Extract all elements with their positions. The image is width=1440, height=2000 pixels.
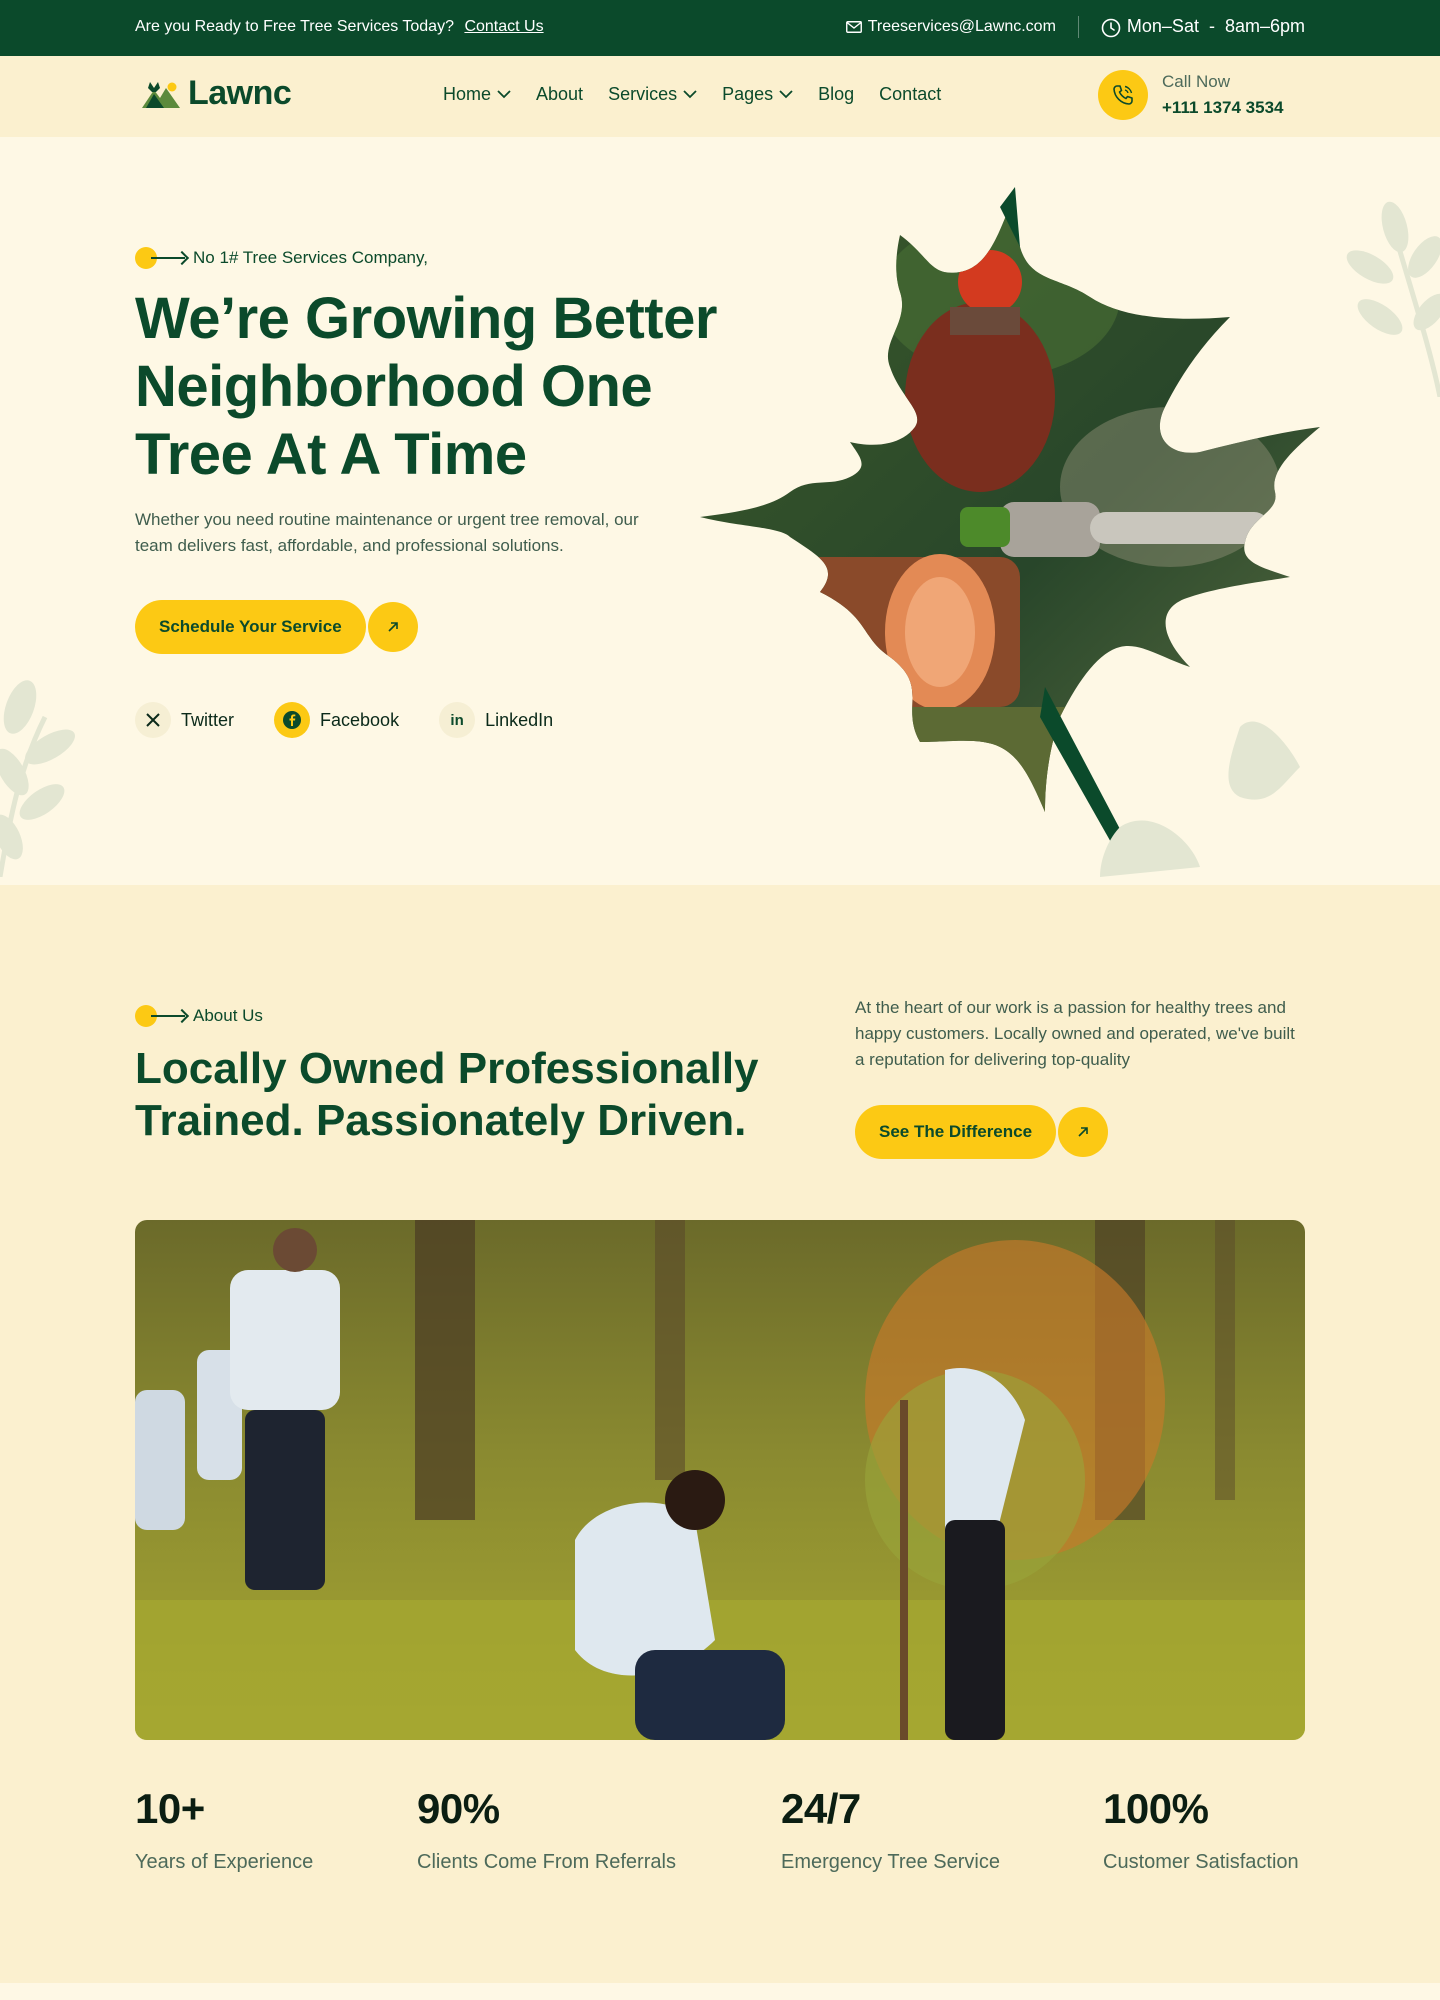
nav-home[interactable]: Home: [443, 84, 511, 105]
stat-label: Clients Come From Referrals: [417, 1851, 676, 1873]
arrow-up-right-icon[interactable]: [367, 602, 418, 652]
stat-label: Years of Experience: [135, 1851, 314, 1873]
stat-value: 10+: [135, 1785, 205, 1832]
chevron-down-icon: [497, 90, 511, 99]
hero-eyebrow: No 1# Tree Services Company,: [135, 247, 428, 269]
phone-icon: [1113, 85, 1133, 105]
twitter-label: Twitter: [181, 709, 235, 730]
mail-icon: [845, 20, 862, 33]
see-difference-button[interactable]: See The Difference: [855, 1105, 1057, 1159]
social-twitter[interactable]: Twitter: [135, 702, 234, 738]
brand-name: Lawnc: [188, 74, 292, 112]
x-twitter-icon: [135, 702, 171, 738]
chevron-down-icon: [779, 90, 793, 99]
divider: [1077, 16, 1079, 38]
arrow-right-icon: [151, 1015, 185, 1017]
arrow-right-icon: [151, 257, 185, 259]
stat-value: 100%: [1103, 1785, 1209, 1832]
top-bar: Are you Ready to Free Tree Services Toda…: [0, 0, 1440, 56]
linkedin-icon: in: [439, 702, 476, 738]
email-contact[interactable]: Treeservices@Lawnc.com: [845, 18, 1056, 36]
nav-pages-label: Pages: [722, 84, 774, 104]
promo-text: Are you Ready to Free Tree Services Toda…: [135, 18, 544, 36]
tree-planting-photo: [135, 1220, 1305, 1740]
nav-contact-label: Contact: [879, 84, 942, 104]
hero-description: Whether you need routine maintenance or …: [135, 510, 639, 555]
stat-experience: 10+ Years of Experience: [135, 1785, 313, 1874]
nav-blog[interactable]: Blog: [818, 84, 854, 105]
nav-services-label: Services: [608, 84, 678, 104]
stat-value: 24/7: [781, 1785, 861, 1832]
phone-icon-circle: [1098, 70, 1148, 120]
stat-label: Customer Satisfaction: [1103, 1851, 1299, 1873]
email-text: Treeservices@Lawnc.com: [867, 18, 1056, 35]
nav-contact[interactable]: Contact: [879, 84, 941, 105]
nav-about[interactable]: About: [536, 84, 583, 105]
social-facebook[interactable]: Facebook: [274, 702, 399, 738]
nav-about-label: About: [536, 84, 584, 104]
about-title: Locally Owned Professionally Trained. Pa…: [135, 1044, 759, 1145]
hero-section: No 1# Tree Services Company, We’re Growi…: [0, 137, 1440, 885]
tree-logo-icon: [142, 81, 180, 108]
main-nav: Home About Services Pages Blog Contact: [443, 84, 941, 105]
hero-leaf-photo: [700, 187, 1320, 877]
about-eyebrow-text: About Us: [193, 1006, 263, 1025]
chevron-down-icon: [683, 90, 697, 99]
stat-satisfaction: 100% Customer Satisfaction: [1103, 1785, 1299, 1874]
nav-services[interactable]: Services: [608, 84, 697, 105]
about-eyebrow: About Us: [135, 1005, 263, 1027]
schedule-service-cta[interactable]: Schedule Your Service: [135, 600, 418, 654]
hero-title: We’re Growing Better Neighborhood One Tr…: [135, 286, 717, 487]
about-description: At the heart of our work is a passion fo…: [855, 998, 1295, 1069]
call-number: +111 1374 3534: [1162, 98, 1284, 117]
navbar: Lawnc Home About Services Pages Blog Con…: [0, 56, 1440, 137]
see-difference-cta[interactable]: See The Difference: [855, 1105, 1109, 1159]
social-links: Twitter Facebook in LinkedIn: [135, 702, 553, 738]
stat-value: 90%: [417, 1785, 500, 1832]
next-section-edge: [0, 1983, 1440, 2000]
facebook-label: Facebook: [320, 709, 400, 730]
nav-blog-label: Blog: [818, 84, 855, 104]
nav-pages[interactable]: Pages: [722, 84, 793, 105]
schedule-service-button[interactable]: Schedule Your Service: [135, 600, 366, 654]
facebook-icon: [274, 702, 311, 738]
call-label: Call Now: [1162, 72, 1231, 91]
stat-emergency: 24/7 Emergency Tree Service: [781, 1785, 1000, 1874]
hero-eyebrow-text: No 1# Tree Services Company,: [193, 248, 428, 267]
stat-referrals: 90% Clients Come From Referrals: [417, 1785, 676, 1874]
linkedin-label: LinkedIn: [485, 709, 554, 730]
nav-home-label: Home: [443, 84, 492, 104]
decorative-leaf-icon: [0, 680, 75, 877]
business-hours: Mon–Sat - 8am–6pm: [1101, 16, 1305, 37]
arrow-up-right-icon[interactable]: [1058, 1107, 1109, 1157]
clock-icon: [1101, 18, 1121, 37]
social-linkedin[interactable]: in LinkedIn: [439, 702, 553, 738]
about-section: About Us Locally Owned Professionally Tr…: [0, 885, 1440, 1983]
logo[interactable]: Lawnc: [140, 74, 292, 113]
contact-us-link[interactable]: Contact Us: [464, 18, 543, 35]
promo-label: Are you Ready to Free Tree Services Toda…: [135, 18, 454, 35]
call-now[interactable]: Call Now +111 1374 3534: [1098, 70, 1284, 120]
stat-label: Emergency Tree Service: [781, 1851, 1000, 1873]
hours-text: Mon–Sat - 8am–6pm: [1126, 16, 1305, 37]
